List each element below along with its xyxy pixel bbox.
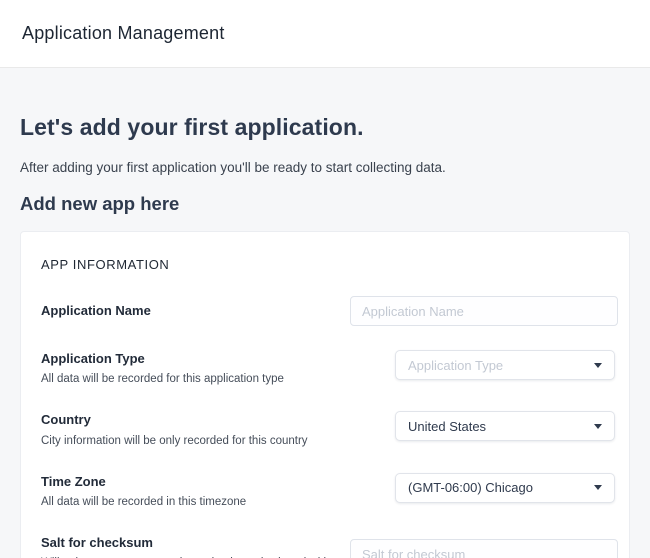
application-type-label: Application Type — [41, 351, 350, 367]
app-information-section-title: APP INFORMATION — [41, 257, 615, 272]
application-type-select-value: Application Type — [408, 358, 586, 373]
salt-control — [350, 534, 618, 558]
time-zone-select-value: (GMT-06:00) Chicago — [408, 480, 586, 495]
time-zone-row: Time Zone All data will be recorded in t… — [41, 473, 615, 510]
country-control: United States — [395, 411, 615, 441]
salt-label: Salt for checksum — [41, 535, 350, 551]
salt-input[interactable] — [350, 539, 618, 558]
chevron-down-icon — [594, 424, 602, 429]
time-zone-select[interactable]: (GMT-06:00) Chicago — [395, 473, 615, 503]
application-name-input[interactable] — [350, 296, 618, 326]
application-type-select[interactable]: Application Type — [395, 350, 615, 380]
salt-row: Salt for checksum Will only accept reque… — [41, 534, 615, 558]
application-name-label: Application Name — [41, 303, 350, 319]
application-type-control: Application Type — [395, 350, 615, 380]
chevron-down-icon — [594, 363, 602, 368]
country-select-value: United States — [408, 419, 586, 434]
country-label-col: Country City information will be only re… — [41, 411, 350, 448]
time-zone-label: Time Zone — [41, 474, 350, 490]
time-zone-label-col: Time Zone All data will be recorded in t… — [41, 473, 350, 510]
country-select[interactable]: United States — [395, 411, 615, 441]
welcome-subheading: After adding your first application you'… — [20, 141, 630, 175]
country-helper: City information will be only recorded f… — [41, 433, 333, 449]
main-content: Let's add your first application. After … — [0, 68, 650, 558]
welcome-heading: Let's add your first application. — [20, 68, 630, 141]
application-type-row: Application Type All data will be record… — [41, 350, 615, 387]
country-row: Country City information will be only re… — [41, 411, 615, 448]
application-name-label-col: Application Name — [41, 302, 350, 319]
application-type-helper: All data will be recorded for this appli… — [41, 371, 333, 387]
country-label: Country — [41, 412, 350, 428]
application-name-control — [350, 296, 618, 326]
add-app-heading: Add new app here — [20, 175, 630, 215]
chevron-down-icon — [594, 485, 602, 490]
salt-label-col: Salt for checksum Will only accept reque… — [41, 534, 350, 558]
page-header: Application Management — [0, 0, 650, 68]
time-zone-helper: All data will be recorded in this timezo… — [41, 494, 333, 510]
application-name-row: Application Name — [41, 296, 615, 326]
application-type-label-col: Application Type All data will be record… — [41, 350, 350, 387]
app-form-card: APP INFORMATION Application Name Applica… — [20, 231, 630, 558]
time-zone-control: (GMT-06:00) Chicago — [395, 473, 615, 503]
page-title: Application Management — [22, 23, 225, 44]
